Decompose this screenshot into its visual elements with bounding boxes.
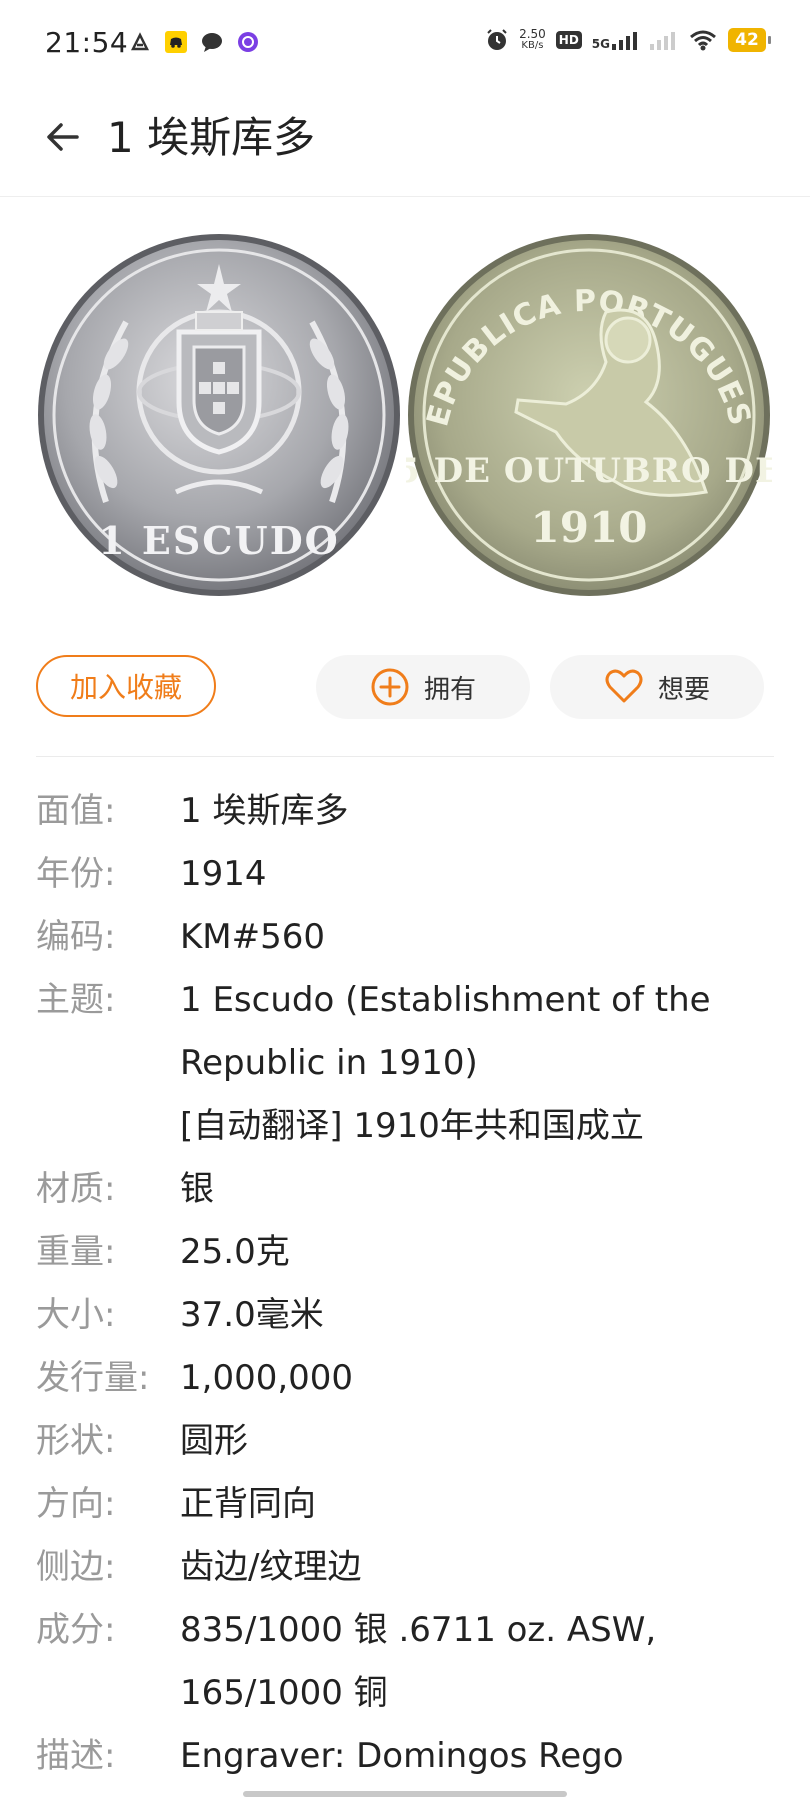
detail-value: 正背同向 xyxy=(180,1473,780,1536)
network-speed-unit: KB/s xyxy=(521,40,544,51)
detail-value-line: 1 Escudo (Establishment of the xyxy=(180,980,711,1020)
detail-row-theme: 主题: 1 Escudo (Establishment of the Repub… xyxy=(0,969,810,1158)
detail-value-line: 正背同向 xyxy=(180,1484,316,1524)
detail-row-material: 材质: 银 xyxy=(0,1158,810,1221)
detail-value-line: KM#560 xyxy=(180,917,326,957)
add-to-collection-button[interactable]: 加入收藏 xyxy=(36,655,216,717)
signal-5g-icon: 5G xyxy=(592,30,638,50)
detail-row-orientation: 方向: 正背同向 xyxy=(0,1473,810,1536)
coin-reverse-year: 1910 xyxy=(531,503,648,552)
network-speed: 2.50 KB/s xyxy=(519,28,546,52)
system-icons: 2.50 KB/s HD 5G 42 xyxy=(485,28,771,52)
own-button[interactable]: 拥有 xyxy=(316,655,530,719)
detail-label: 编码: xyxy=(36,917,116,957)
own-label: 拥有 xyxy=(423,674,476,705)
detail-value-line: 1914 xyxy=(180,854,267,894)
arrow-left-icon xyxy=(47,123,79,151)
app-a-icon xyxy=(128,30,152,54)
detail-value-line: 圆形 xyxy=(180,1421,248,1461)
detail-label: 发行量: xyxy=(36,1358,150,1398)
detail-value: 1914 xyxy=(180,843,780,906)
hd-icon: HD xyxy=(555,31,582,49)
detail-label: 材质: xyxy=(36,1169,116,1209)
app-header: 1 埃斯库多 xyxy=(0,90,810,197)
coin-images: 1 ESCUDO REPUBLICA PORTUGUESA 5 DE OUTUB xyxy=(0,205,810,602)
coin-obverse-legend: 1 ESCUDO xyxy=(98,518,340,563)
wifi-icon xyxy=(688,28,718,52)
detail-value-line: 1 埃斯库多 xyxy=(180,791,349,831)
alarm-icon xyxy=(485,28,509,52)
notification-icons xyxy=(128,30,260,54)
action-bar: 加入收藏 拥有 想要 xyxy=(0,652,810,722)
detail-value: 圆形 xyxy=(180,1410,780,1473)
detail-row-weight: 重量: 25.0克 xyxy=(0,1221,810,1284)
detail-label: 年份: xyxy=(36,854,116,894)
detail-value-line: 25.0克 xyxy=(180,1232,290,1272)
detail-value-line: 37.0毫米 xyxy=(180,1295,324,1335)
detail-value: Engraver: Domingos Rego xyxy=(180,1725,780,1788)
detail-label: 描述: xyxy=(36,1736,116,1776)
home-indicator[interactable] xyxy=(243,1791,567,1797)
detail-row-composition: 成分: 835/1000 银 .6711 oz. ASW, 165/1000 铜 xyxy=(0,1599,810,1725)
status-time: 21:54 xyxy=(45,26,129,59)
detail-label: 大小: xyxy=(36,1295,116,1335)
detail-value-line: 齿边/纹理边 xyxy=(180,1547,362,1587)
detail-row-edge: 侧边: 齿边/纹理边 xyxy=(0,1536,810,1599)
want-label: 想要 xyxy=(657,674,710,705)
plus-circle-icon xyxy=(371,668,409,706)
detail-label: 侧边: xyxy=(36,1547,116,1587)
detail-value: 1,000,000 xyxy=(180,1347,780,1410)
divider xyxy=(36,756,774,757)
detail-label: 形状: xyxy=(36,1421,116,1461)
detail-value: 银 xyxy=(180,1158,780,1221)
detail-row-shape: 形状: 圆形 xyxy=(0,1410,810,1473)
coin-reverse-image[interactable]: REPUBLICA PORTUGUESA 5 DE OUTUBRO DE 191… xyxy=(394,205,781,598)
detail-row-size: 大小: 37.0毫米 xyxy=(0,1284,810,1347)
detail-label: 方向: xyxy=(36,1484,116,1524)
detail-row-denomination: 面值: 1 埃斯库多 xyxy=(0,780,810,843)
detail-label: 重量: xyxy=(36,1232,116,1272)
app-badge-icon xyxy=(236,30,260,54)
want-button[interactable]: 想要 xyxy=(550,655,764,719)
detail-label: 面值: xyxy=(36,791,116,831)
detail-value: KM#560 xyxy=(180,906,780,969)
detail-value: 25.0克 xyxy=(180,1221,780,1284)
coin-obverse-image[interactable]: 1 ESCUDO xyxy=(36,232,402,598)
detail-value-line: 1,000,000 xyxy=(180,1358,354,1398)
battery-icon: 42 xyxy=(728,28,771,52)
detail-label: 主题: xyxy=(36,980,116,1020)
heart-icon xyxy=(605,669,643,703)
detail-row-description: 描述: Engraver: Domingos Rego xyxy=(0,1725,810,1788)
network-type: 5G xyxy=(591,37,610,51)
car-app-icon xyxy=(164,30,188,54)
status-bar: 21:54 2.50 KB/s HD 5G 42 xyxy=(0,0,810,90)
detail-value: 1 Escudo (Establishment of the Republic … xyxy=(180,969,780,1158)
detail-value-line: 银 xyxy=(180,1169,214,1209)
message-icon xyxy=(200,30,224,54)
detail-row-year: 年份: 1914 xyxy=(0,843,810,906)
back-button[interactable] xyxy=(38,112,88,162)
detail-value: 1 埃斯库多 xyxy=(180,780,780,843)
signal-sim2-icon xyxy=(648,28,678,52)
detail-row-code: 编码: KM#560 xyxy=(0,906,810,969)
detail-value-line: Engraver: Domingos Rego xyxy=(180,1736,624,1776)
detail-value: 835/1000 银 .6711 oz. ASW, 165/1000 铜 xyxy=(180,1599,780,1725)
detail-value-line: [自动翻译] 1910年共和国成立 xyxy=(180,1106,644,1146)
detail-value-line: 835/1000 银 .6711 oz. ASW, xyxy=(180,1610,657,1650)
detail-value-line: 165/1000 铜 xyxy=(180,1673,388,1713)
coin-details: 面值: 1 埃斯库多 年份: 1914 编码: KM#560 主题: 1 Esc… xyxy=(0,780,810,1788)
detail-value: 37.0毫米 xyxy=(180,1284,780,1347)
detail-label: 成分: xyxy=(36,1610,116,1650)
detail-value-line: Republic in 1910) xyxy=(180,1043,478,1083)
network-speed-value: 2.50 xyxy=(519,27,546,41)
page-title: 1 埃斯库多 xyxy=(107,113,316,162)
detail-value: 齿边/纹理边 xyxy=(180,1536,780,1599)
coin-reverse-date: 5 DE OUTUBRO DE xyxy=(406,451,772,491)
detail-row-mintage: 发行量: 1,000,000 xyxy=(0,1347,810,1410)
